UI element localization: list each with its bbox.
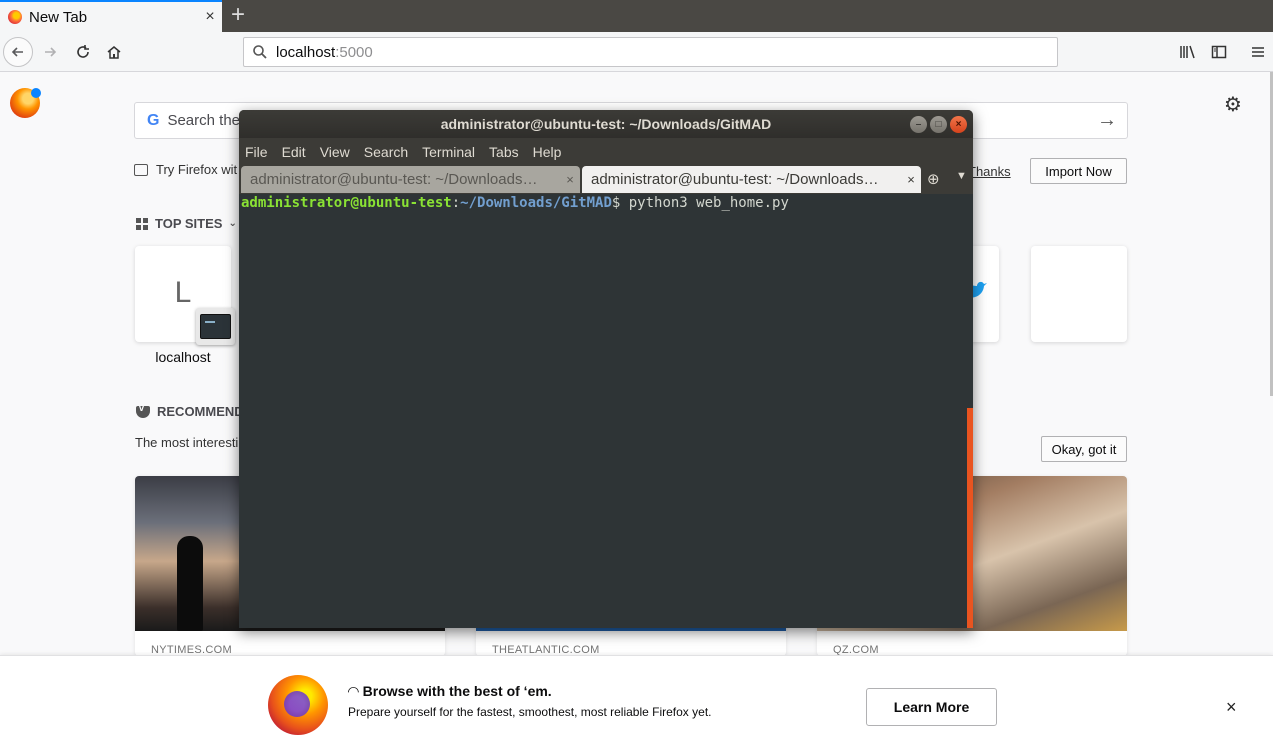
url-host: localhost <box>276 43 336 61</box>
back-button[interactable] <box>3 37 33 67</box>
snippet-title: ◠ Browse with the best of ‘em. <box>348 683 552 700</box>
terminal-title: administrator@ubuntu-test: ~/Downloads/G… <box>440 116 772 132</box>
top-sites-heading[interactable]: TOP SITES ⌄ <box>136 216 237 231</box>
learn-more-button[interactable]: Learn More <box>866 688 997 726</box>
top-site-letter: L <box>174 276 192 309</box>
forward-button[interactable] <box>36 38 64 66</box>
home-button[interactable] <box>100 38 128 66</box>
url-port: :5000 <box>335 43 373 61</box>
okay-got-it-button[interactable]: Okay, got it <box>1041 436 1127 462</box>
new-terminal-tab-icon[interactable]: ⊕ <box>927 170 940 188</box>
maximize-icon[interactable]: □ <box>930 116 947 133</box>
terminal-tab-active[interactable]: administrator@ubuntu-test: ~/Downloads… … <box>582 166 921 193</box>
pocket-icon <box>136 403 150 418</box>
search-placeholder: Search the <box>167 112 240 129</box>
terminal-tab[interactable]: administrator@ubuntu-test: ~/Downloads… … <box>241 166 580 193</box>
close-tab-icon[interactable]: × <box>198 8 222 26</box>
hamburger-menu-button[interactable] <box>1244 38 1272 66</box>
menu-view[interactable]: View <box>320 144 350 160</box>
browser-tab-title: New Tab <box>29 8 88 26</box>
minimize-icon[interactable]: – <box>910 116 927 133</box>
sidebar-button[interactable] <box>1205 38 1233 66</box>
browser-tab-new-tab[interactable]: New Tab × <box>0 0 222 32</box>
settings-gear-icon[interactable]: ⚙ <box>1224 92 1242 117</box>
back-arrow-icon <box>11 47 23 57</box>
terminal-tab-label: administrator@ubuntu-test: ~/Downloads… <box>591 171 879 188</box>
prompt-separator: : <box>451 195 461 211</box>
new-tab-button[interactable]: + <box>226 2 250 30</box>
terminal-scrollbar[interactable] <box>967 408 973 628</box>
close-snippet-icon[interactable]: × <box>1226 697 1237 718</box>
menu-help[interactable]: Help <box>533 144 562 160</box>
prompt-user: administrator@ubuntu-test <box>241 195 452 211</box>
recommended-heading[interactable]: RECOMMEND <box>136 403 244 419</box>
window-controls: – □ × <box>910 116 967 133</box>
import-now-button[interactable]: Import Now <box>1030 158 1127 184</box>
recommended-heading-label: RECOMMEND <box>157 404 244 419</box>
close-window-icon[interactable]: × <box>950 116 967 133</box>
terminal-menubar: File Edit View Search Terminal Tabs Help <box>239 138 973 166</box>
hamburger-menu-icon <box>1252 47 1264 57</box>
menu-edit[interactable]: Edit <box>282 144 306 160</box>
snippet-text: Prepare yourself for the fastest, smooth… <box>348 705 712 719</box>
terminal-tab-label: administrator@ubuntu-test: ~/Downloads… <box>250 171 538 188</box>
chevron-down-icon: ⌄ <box>228 218 237 229</box>
top-sites-heading-label: TOP SITES <box>155 216 223 231</box>
close-tab-icon[interactable]: × <box>560 172 580 187</box>
url-bar[interactable]: localhost:5000 <box>243 37 1058 67</box>
terminal-app-icon[interactable] <box>196 308 235 345</box>
grid-icon <box>136 217 148 230</box>
library-button[interactable] <box>1174 38 1202 66</box>
top-site-tile-empty[interactable] <box>1031 246 1127 342</box>
search-icon <box>253 45 267 59</box>
terminal-window[interactable]: administrator@ubuntu-test: ~/Downloads/G… <box>239 110 973 628</box>
tab-list-dropdown-icon[interactable]: ▼ <box>956 170 967 182</box>
firefox-logo-icon <box>268 675 328 735</box>
home-icon <box>107 46 121 59</box>
prompt-path: ~/Downloads/GitMAD <box>460 195 612 211</box>
terminal-output[interactable]: administrator@ubuntu-test:~/Downloads/Gi… <box>241 194 969 628</box>
terminal-line: administrator@ubuntu-test:~/Downloads/Gi… <box>241 194 969 213</box>
library-icon <box>1180 45 1195 59</box>
google-icon: G <box>147 111 160 129</box>
top-site-label: localhost <box>155 349 211 365</box>
story-image-figure <box>177 536 203 631</box>
reload-icon <box>77 45 89 58</box>
import-prompt: Try Firefox wit <box>134 162 237 177</box>
recommended-subtitle: The most interesti <box>135 435 239 450</box>
notification-dot-icon <box>31 88 41 98</box>
menu-tabs[interactable]: Tabs <box>489 144 519 160</box>
navigation-toolbar: localhost:5000 <box>0 32 1273 72</box>
import-prompt-text: Try Firefox wit <box>156 162 238 177</box>
headphones-icon: ◠ <box>348 683 359 699</box>
prompt-symbol: $ <box>611 195 629 211</box>
menu-terminal[interactable]: Terminal <box>422 144 475 160</box>
dismiss-import-link[interactable]: Thanks <box>968 164 1011 179</box>
close-tab-icon[interactable]: × <box>901 172 921 187</box>
forward-arrow-icon <box>45 47 57 57</box>
import-icon <box>134 163 148 176</box>
snippet-banner: ◠ Browse with the best of ‘em. Prepare y… <box>0 655 1273 736</box>
terminal-tab-strip: administrator@ubuntu-test: ~/Downloads… … <box>239 166 973 194</box>
reload-button[interactable] <box>69 38 97 66</box>
menu-file[interactable]: File <box>245 144 268 160</box>
snippet-title-text: Browse with the best of ‘em. <box>362 683 552 699</box>
sidebar-icon <box>1211 45 1227 59</box>
menu-search[interactable]: Search <box>364 144 408 160</box>
terminal-title-bar[interactable]: administrator@ubuntu-test: ~/Downloads/G… <box>239 110 973 138</box>
firefox-favicon-icon <box>8 10 22 24</box>
search-submit-arrow-icon[interactable]: → <box>1097 109 1117 132</box>
terminal-command: python3 web_home.py <box>628 195 789 211</box>
browser-tab-strip: New Tab × + <box>0 0 1273 32</box>
